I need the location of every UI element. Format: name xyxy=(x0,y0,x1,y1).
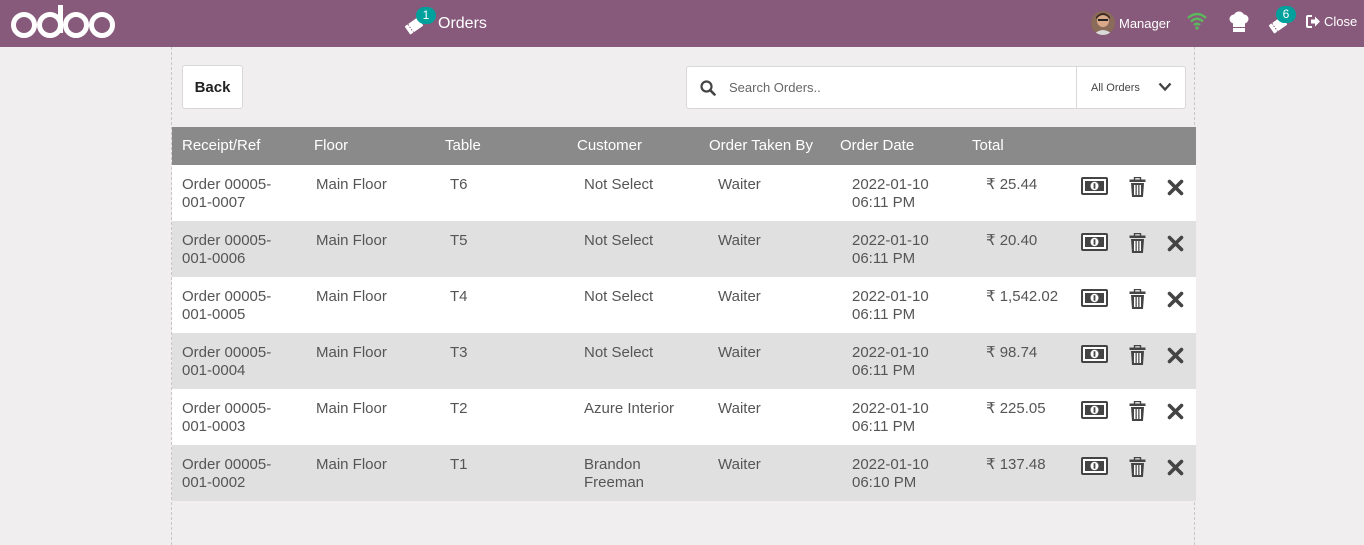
payment-icon[interactable] xyxy=(1081,177,1108,195)
floor-name: Main Floor xyxy=(316,232,387,249)
column-header-receipt: Receipt/Ref xyxy=(182,137,261,154)
customer-name: Not Select xyxy=(584,176,654,193)
order-date: 2022-01-10 06:10 PM xyxy=(852,456,929,491)
order-taken-by: Waiter xyxy=(718,288,761,305)
table-row[interactable]: Order 00005-001-0002 Main Floor T1 Brand… xyxy=(172,445,1196,501)
order-total: ₹ 98.74 xyxy=(986,344,1038,361)
order-taken-by: Waiter xyxy=(718,344,761,361)
table-name: T6 xyxy=(450,176,468,193)
customer-name: Azure Interior xyxy=(584,400,675,417)
trash-icon[interactable] xyxy=(1129,289,1146,310)
search-bar: All Orders xyxy=(686,66,1186,109)
table-header: Receipt/Ref Floor Table Customer Order T… xyxy=(172,127,1196,165)
order-taken-by: Waiter xyxy=(718,176,761,193)
column-header-floor: Floor xyxy=(314,137,349,154)
odoo-logo[interactable] xyxy=(10,3,122,43)
order-date: 2022-01-10 06:11 PM xyxy=(852,232,929,267)
order-taken-by: Waiter xyxy=(718,400,761,417)
column-header-table: Table xyxy=(445,137,481,154)
table-body: Order 00005-001-0007 Main Floor T6 Not S… xyxy=(172,165,1196,501)
order-taken-by: Waiter xyxy=(718,232,761,249)
close-icon[interactable] xyxy=(1167,179,1184,196)
order-filter-dropdown[interactable]: All Orders xyxy=(1076,67,1186,108)
search-icon xyxy=(700,79,716,96)
table-name: T2 xyxy=(450,400,468,417)
order-taken-by: Waiter xyxy=(718,456,761,473)
customer-name: Not Select xyxy=(584,288,654,305)
trash-icon[interactable] xyxy=(1129,345,1146,366)
payment-icon[interactable] xyxy=(1081,233,1108,251)
receipt-ref: Order 00005-001-0004 xyxy=(182,344,272,379)
avatar xyxy=(1091,11,1115,35)
close-icon[interactable] xyxy=(1167,347,1184,364)
orders-table: Receipt/Ref Floor Table Customer Order T… xyxy=(172,127,1196,501)
table-name: T1 xyxy=(450,456,468,473)
close-icon[interactable] xyxy=(1167,235,1184,252)
table-name: T5 xyxy=(450,232,468,249)
close-label: Close xyxy=(1324,14,1358,29)
chef-hat-icon[interactable] xyxy=(1228,11,1250,33)
order-total: ₹ 20.40 xyxy=(986,232,1038,249)
customer-name: Brandon Freeman xyxy=(584,456,645,491)
orders-tab-label: Orders xyxy=(438,15,487,32)
receipt-ref: Order 00005-001-0006 xyxy=(182,232,272,267)
payment-icon[interactable] xyxy=(1081,289,1108,307)
customer-name: Not Select xyxy=(584,232,654,249)
floor-name: Main Floor xyxy=(316,456,387,473)
table-row[interactable]: Order 00005-001-0004 Main Floor T3 Not S… xyxy=(172,333,1196,389)
wifi-icon[interactable] xyxy=(1187,12,1207,30)
chevron-down-icon xyxy=(1158,82,1172,92)
close-icon[interactable] xyxy=(1167,459,1184,476)
receipt-ref: Order 00005-001-0005 xyxy=(182,288,272,323)
top-bar: 1 Orders Manager 6 Close xyxy=(0,0,1364,47)
floor-name: Main Floor xyxy=(316,176,387,193)
trash-icon[interactable] xyxy=(1129,177,1146,198)
tickets-count-badge: 6 xyxy=(1276,6,1296,23)
order-date: 2022-01-10 06:11 PM xyxy=(852,288,929,323)
column-header-order-taken-by: Order Taken By xyxy=(709,137,813,154)
receipt-ref: Order 00005-001-0002 xyxy=(182,456,272,491)
column-header-total: Total xyxy=(972,137,1004,154)
floor-name: Main Floor xyxy=(316,288,387,305)
orders-count-badge: 1 xyxy=(416,7,436,24)
orders-tab[interactable]: 1 Orders xyxy=(404,7,487,38)
receipt-ref: Order 00005-001-0003 xyxy=(182,400,272,435)
close-icon[interactable] xyxy=(1167,291,1184,308)
search-input[interactable] xyxy=(729,67,1075,108)
payment-icon[interactable] xyxy=(1081,457,1108,475)
customer-name: Not Select xyxy=(584,344,654,361)
table-name: T3 xyxy=(450,344,468,361)
floor-name: Main Floor xyxy=(316,344,387,361)
order-total: ₹ 137.48 xyxy=(986,456,1046,473)
table-row[interactable]: Order 00005-001-0006 Main Floor T5 Not S… xyxy=(172,221,1196,277)
floor-name: Main Floor xyxy=(316,400,387,417)
payment-icon[interactable] xyxy=(1081,401,1108,419)
order-date: 2022-01-10 06:11 PM xyxy=(852,176,929,211)
trash-icon[interactable] xyxy=(1129,233,1146,254)
table-row[interactable]: Order 00005-001-0003 Main Floor T2 Azure… xyxy=(172,389,1196,445)
back-button[interactable]: Back xyxy=(182,65,243,109)
table-name: T4 xyxy=(450,288,468,305)
close-button[interactable]: Close xyxy=(1306,14,1357,29)
receipt-ref: Order 00005-001-0007 xyxy=(182,176,272,211)
sign-out-icon xyxy=(1306,15,1320,28)
filter-label: All Orders xyxy=(1091,81,1140,94)
user-menu[interactable]: Manager xyxy=(1091,11,1170,35)
kitchen-tickets-button[interactable]: 6 xyxy=(1268,6,1296,36)
order-date: 2022-01-10 06:11 PM xyxy=(852,400,929,435)
column-header-order-date: Order Date xyxy=(840,137,915,154)
order-total: ₹ 1,542.02 xyxy=(986,288,1059,305)
user-name: Manager xyxy=(1119,15,1171,31)
table-row[interactable]: Order 00005-001-0005 Main Floor T4 Not S… xyxy=(172,277,1196,333)
trash-icon[interactable] xyxy=(1129,457,1146,478)
order-total: ₹ 225.05 xyxy=(986,400,1046,417)
close-icon[interactable] xyxy=(1167,403,1184,420)
table-row[interactable]: Order 00005-001-0007 Main Floor T6 Not S… xyxy=(172,165,1196,221)
trash-icon[interactable] xyxy=(1129,401,1146,422)
orders-panel: Back All Orders Receipt/Ref Floor Table … xyxy=(171,47,1196,545)
payment-icon[interactable] xyxy=(1081,345,1108,363)
order-total: ₹ 25.44 xyxy=(986,176,1038,193)
order-date: 2022-01-10 06:11 PM xyxy=(852,344,929,379)
column-header-customer: Customer xyxy=(577,137,643,154)
